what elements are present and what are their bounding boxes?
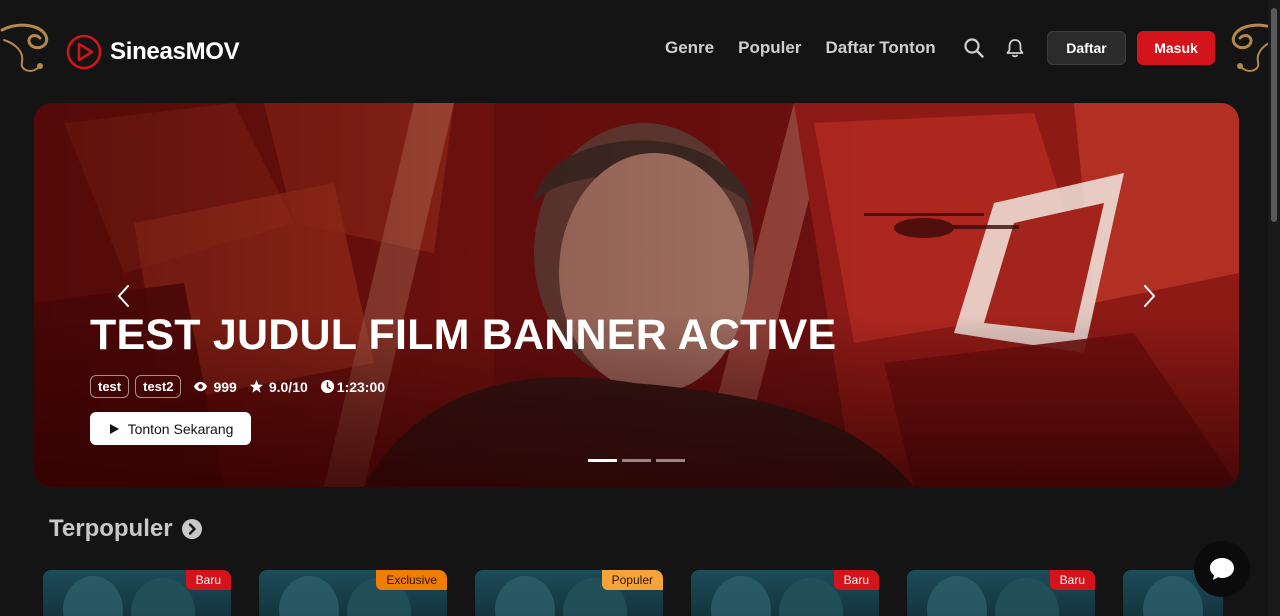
views-count: 999 xyxy=(213,378,237,395)
rating-value: 9.0/10 xyxy=(268,378,308,395)
section-header[interactable]: Terpopuler xyxy=(49,515,203,543)
nav-item-genre[interactable]: Genre xyxy=(665,38,714,58)
brand-name: SineasMOV xyxy=(110,38,240,65)
rating-meta: 9.0/10 xyxy=(249,379,308,395)
movie-card[interactable]: Populer xyxy=(475,570,663,616)
play-logo-icon xyxy=(66,34,102,70)
popular-cards: Baru Exclusive Populer Baru Baru xyxy=(43,570,1223,616)
clock-icon xyxy=(320,379,334,394)
register-button[interactable]: Daftar xyxy=(1047,31,1126,65)
movie-card[interactable]: Baru xyxy=(907,570,1095,616)
chevron-left-icon[interactable] xyxy=(114,283,134,309)
login-button[interactable]: Masuk xyxy=(1137,31,1215,65)
carousel-dot[interactable] xyxy=(622,459,651,462)
chat-bubble-icon xyxy=(1210,558,1234,580)
bell-icon[interactable] xyxy=(1004,37,1026,59)
scrollbar-thumb[interactable] xyxy=(1271,8,1277,222)
card-badge: Populer xyxy=(601,570,663,590)
chat-button[interactable] xyxy=(1194,541,1250,597)
banner-title: TEST JUDUL FILM BANNER ACTIVE xyxy=(90,311,837,359)
watch-now-label: Tonton Sekarang xyxy=(127,420,234,437)
brand-logo[interactable]: SineasMOV xyxy=(66,34,240,70)
card-badge: Baru xyxy=(185,570,231,590)
duration-value: 1:23:00 xyxy=(336,378,386,395)
nav-item-daftar-tonton[interactable]: Daftar Tonton xyxy=(825,38,935,58)
card-badge: Baru xyxy=(833,570,879,590)
play-icon xyxy=(109,423,119,434)
chevron-circle-right-icon[interactable] xyxy=(181,518,203,540)
watch-now-button[interactable]: Tonton Sekarang xyxy=(90,412,251,445)
page-scrollbar[interactable] xyxy=(1268,0,1280,616)
genre-tag[interactable]: test2 xyxy=(135,375,182,398)
search-icon[interactable] xyxy=(963,37,985,59)
movie-card[interactable]: Baru xyxy=(691,570,879,616)
movie-card[interactable]: Baru xyxy=(43,570,231,616)
top-header: SineasMOV Genre Populer Daftar Tonton Da… xyxy=(0,0,1280,100)
carousel-indicators xyxy=(588,459,685,462)
eye-icon xyxy=(194,381,208,392)
hero-banner: TEST JUDUL FILM BANNER ACTIVE test test2… xyxy=(34,103,1239,487)
nav-item-populer[interactable]: Populer xyxy=(738,38,801,58)
card-badge: Baru xyxy=(1049,570,1095,590)
section-title: Terpopuler xyxy=(49,515,173,542)
main-nav: Genre Populer Daftar Tonton xyxy=(665,38,936,58)
duration-meta: 1:23:00 xyxy=(320,379,385,395)
card-badge: Exclusive xyxy=(376,570,447,590)
chevron-right-icon[interactable] xyxy=(1139,283,1159,309)
banner-meta: test test2 999 9.0/10 1:23:00 xyxy=(90,375,385,398)
movie-card[interactable]: Exclusive xyxy=(259,570,447,616)
carousel-dot[interactable] xyxy=(588,459,617,462)
star-icon xyxy=(249,379,263,393)
views-meta: 999 xyxy=(193,378,237,395)
carousel-dot[interactable] xyxy=(656,459,685,462)
genre-tag[interactable]: test xyxy=(90,375,130,398)
